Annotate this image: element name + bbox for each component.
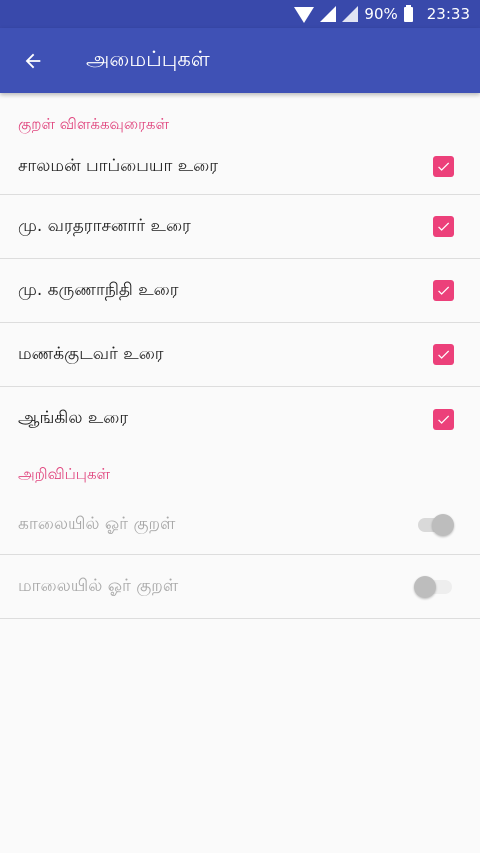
- checkbox-solomon-pappaiya[interactable]: [433, 156, 454, 177]
- back-button[interactable]: [0, 28, 66, 93]
- checkbox-mu-karunanidhi[interactable]: [433, 280, 454, 301]
- pref-mu-karunanidhi[interactable]: மு. கருணாநிதி உரை: [0, 259, 480, 323]
- status-bar: 90% 23:33: [0, 0, 480, 28]
- switch-evening-kural[interactable]: [414, 575, 454, 598]
- pref-label: ஆங்கில உரை: [18, 408, 129, 428]
- pref-mu-varadharasanar[interactable]: மு. வரதராசனார் உரை: [0, 195, 480, 259]
- pref-label: மணக்குடவர் உரை: [18, 343, 164, 364]
- battery-percent: 90%: [364, 5, 398, 23]
- check-icon: [438, 286, 450, 295]
- check-icon: [438, 222, 450, 231]
- checkbox-mu-varadharasanar[interactable]: [433, 216, 454, 237]
- category-commentaries: குறள் விளக்கவுரைகள்: [18, 115, 169, 133]
- checkbox-english[interactable]: [433, 408, 454, 430]
- checkbox-manakkudavar[interactable]: [433, 344, 454, 365]
- battery-icon: [403, 4, 413, 22]
- category-notifications: அறிவிப்புகள்: [18, 465, 111, 483]
- signal-r-icon: [342, 6, 359, 22]
- pref-label: மு. கருணாநிதி உரை: [18, 279, 179, 300]
- check-icon: [438, 415, 450, 424]
- pref-label: காலையில் ஓர் குறள்: [18, 513, 176, 534]
- signal-icon: [320, 6, 337, 22]
- pref-solomon-pappaiya[interactable]: சாலமன் பாப்பையா உரை: [0, 139, 480, 195]
- switch-thumb: [414, 575, 436, 598]
- arrow-left-icon: [25, 53, 41, 68]
- wifi-icon: [294, 7, 315, 23]
- settings-list: குறள் விளக்கவுரைகள் சாலமன் பாப்பையா உரை …: [0, 93, 480, 619]
- pref-evening-kural[interactable]: மாலையில் ஓர் குறள்: [0, 555, 480, 619]
- pref-label: சாலமன் பாப்பையா உரை: [18, 155, 219, 176]
- switch-thumb: [432, 513, 454, 536]
- app-bar: அமைப்புகள்: [0, 28, 480, 93]
- page-title: அமைப்புகள்: [86, 47, 210, 71]
- pref-morning-kural[interactable]: காலையில் ஓர் குறள்: [0, 495, 480, 555]
- switch-morning-kural[interactable]: [416, 513, 454, 536]
- clock: 23:33: [426, 5, 470, 23]
- check-icon: [438, 350, 450, 359]
- pref-label: மாலையில் ஓர் குறள்: [18, 575, 179, 596]
- check-icon: [438, 162, 450, 171]
- pref-label: மு. வரதராசனார் உரை: [18, 215, 191, 236]
- pref-english[interactable]: ஆங்கில உரை: [0, 387, 480, 451]
- pref-manakkudavar[interactable]: மணக்குடவர் உரை: [0, 323, 480, 387]
